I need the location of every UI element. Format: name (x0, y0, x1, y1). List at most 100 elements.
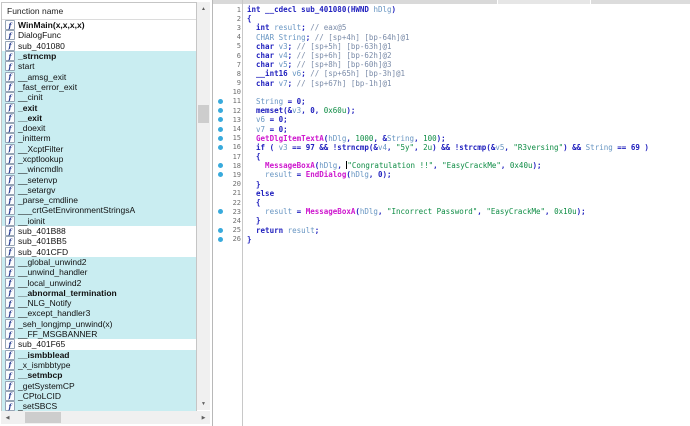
function-list-item[interactable]: f __setmbcp (2, 370, 196, 381)
function-list-item[interactable]: f __XcptFilter (2, 143, 196, 154)
function-list-item[interactable]: f __global_unwind2 (2, 256, 196, 268)
address-dot-cell (213, 98, 227, 104)
code-text[interactable]: result = EndDialog(hDlg, 0); (243, 170, 391, 179)
functions-horizontal-scrollbar[interactable]: ◀ ▶ (1, 411, 210, 424)
function-list-item[interactable]: f _setSBCS (2, 400, 196, 411)
function-list: f WinMain(x,x,x,x) f DialogFunc f sub_401080 f… (2, 20, 196, 411)
function-icon: f (5, 329, 15, 340)
function-list-item[interactable]: f __local_unwind2 (2, 277, 196, 288)
function-list-item[interactable]: f sub_401080 (2, 40, 196, 51)
line-number: 14 (232, 125, 241, 134)
code-line: 2{ (213, 14, 690, 23)
address-dot-cell (213, 163, 227, 169)
function-name-label: __unwind_handler (18, 267, 88, 278)
horizontal-scrollbar-thumb[interactable] (25, 412, 61, 423)
code-text[interactable]: v6 = 0; (243, 115, 288, 124)
function-list-item[interactable]: f __wincmdln (2, 164, 196, 175)
function-list-item[interactable]: f __amsg_exit (2, 71, 196, 82)
function-icon: f (5, 287, 15, 298)
code-text[interactable]: else (243, 189, 274, 198)
function-list-item[interactable]: f sub_401BB5 (2, 236, 196, 247)
code-text[interactable]: MessageBoxA(hDlg, "Congratulation !!", "… (243, 161, 542, 170)
function-list-item[interactable]: f DialogFunc (2, 30, 196, 41)
scroll-up-icon[interactable]: ▲ (197, 2, 210, 15)
function-icon: f (5, 30, 15, 41)
function-list-item[interactable]: f sub_401F65 (2, 339, 196, 350)
code-text[interactable]: int __cdecl sub_401080(HWND hDlg) (243, 5, 396, 14)
ida-window: Function name f WinMain(x,x,x,x) f DialogFu… (0, 0, 690, 426)
function-list-item[interactable]: f __FF_MSGBANNER (2, 328, 196, 340)
vertical-scrollbar-thumb[interactable] (198, 105, 209, 123)
function-list-item[interactable]: f start (2, 61, 196, 72)
function-list-item[interactable]: f _seh_longjmp_unwind(x) (2, 318, 196, 329)
code-text[interactable]: v7 = 0; (243, 125, 288, 134)
functions-panel: Function name f WinMain(x,x,x,x) f DialogFu… (1, 2, 197, 412)
line-number: 16 (232, 143, 241, 152)
function-list-item[interactable]: f _fast_error_exit (2, 81, 196, 93)
function-list-item[interactable]: f _CPtoLCID (2, 390, 196, 401)
function-list-item[interactable]: f __unwind_handler (2, 267, 196, 278)
function-name-label: __XcptFilter (18, 143, 64, 154)
code-text[interactable]: __int16 v6; // [sp+65h] [bp-3h]@1 (243, 69, 405, 78)
function-name-label: _doexit (18, 123, 46, 134)
scroll-down-icon[interactable]: ▼ (197, 397, 210, 410)
function-list-item[interactable]: f __abnormal_termination (2, 287, 196, 299)
function-list-item[interactable]: f __NLG_Notify (2, 298, 196, 309)
code-line: 23 result = MessageBoxA(hDlg, "Incorrect… (213, 207, 690, 216)
scroll-right-icon[interactable]: ▶ (197, 411, 210, 424)
code-text[interactable]: char v4; // [sp+6h] [bp-62h]@2 (243, 51, 391, 60)
code-text[interactable]: } (243, 216, 261, 225)
code-text[interactable]: return result; (243, 226, 319, 235)
code-text[interactable]: { (243, 152, 261, 161)
code-text[interactable]: String = 0; (243, 97, 306, 106)
function-list-item[interactable]: f WinMain(x,x,x,x) (2, 20, 196, 31)
function-list-item[interactable]: f _xcptlookup (2, 153, 196, 165)
address-dot-icon (217, 135, 223, 141)
code-text[interactable]: char v7; // [sp+67h] [bp-1h]@1 (243, 79, 391, 88)
function-list-item[interactable]: f __cinit (2, 92, 196, 103)
functions-vertical-scrollbar[interactable]: ▲ ▼ (197, 2, 210, 410)
code-text[interactable]: { (243, 14, 252, 23)
function-list-item[interactable]: f __ismbblead (2, 349, 196, 360)
function-list-item[interactable]: f _doexit (2, 122, 196, 134)
function-list-item[interactable]: f __ioinit (2, 215, 196, 226)
function-name-label: __abnormal_termination (18, 287, 117, 298)
function-list-item[interactable]: f __except_handler3 (2, 308, 196, 319)
function-icon: f (5, 40, 15, 51)
code-text[interactable]: CHAR String; // [sp+4h] [bp-64h]@1 (243, 33, 410, 42)
function-list-item[interactable]: f _x_ismbbtype (2, 359, 196, 371)
scroll-left-icon[interactable]: ◀ (1, 411, 14, 424)
function-name-label: _CPtoLCID (18, 390, 61, 401)
code-line: 12 memset(&v3, 0, 0x60u); (213, 106, 690, 115)
function-name-label: __exit (18, 112, 43, 123)
tab-strip-segment (498, 0, 590, 4)
line-number: 2 (236, 14, 241, 23)
function-list-item[interactable]: f _parse_cmdline (2, 195, 196, 206)
code-text[interactable]: { (243, 198, 261, 207)
code-text[interactable]: if ( v3 == 97 && !strncmp(&v4, "5y", 2u)… (243, 143, 649, 152)
function-list-item[interactable]: f __setenvp (2, 174, 196, 185)
code-text[interactable]: int result; // eax@5 (243, 23, 346, 32)
function-list-item[interactable]: f sub_401CFD (2, 246, 196, 257)
function-list-item[interactable]: f _exit (2, 102, 196, 113)
code-line: 10 (213, 88, 690, 97)
function-icon: f (5, 339, 15, 350)
function-list-item[interactable]: f _initterm (2, 133, 196, 144)
function-name-label: __setmbcp (18, 370, 63, 381)
function-list-item[interactable]: f sub_401B88 (2, 225, 196, 237)
function-name-label: __setenvp (18, 174, 58, 185)
code-text[interactable]: char v5; // [sp+8h] [bp-60h]@3 (243, 60, 391, 69)
function-list-item[interactable]: f _strncmp (2, 50, 196, 62)
function-list-item[interactable]: f __setargv (2, 184, 196, 196)
functions-column-header[interactable]: Function name (2, 3, 196, 20)
function-list-item[interactable]: f ___crtGetEnvironmentStringsA (2, 205, 196, 216)
code-text[interactable]: result = MessageBoxA(hDlg, "Incorrect Pa… (243, 207, 586, 216)
code-text[interactable]: } (243, 235, 252, 244)
code-text[interactable]: char v3; // [sp+5h] [bp-63h]@1 (243, 42, 391, 51)
code-text[interactable]: memset(&v3, 0, 0x60u); (243, 106, 355, 115)
code-text[interactable]: } (243, 180, 261, 189)
function-list-item[interactable]: f __exit (2, 112, 196, 123)
function-list-item[interactable]: f _getSystemCP (2, 380, 196, 391)
code-line: 15 GetDlgItemTextA(hDlg, 1000, &String, … (213, 134, 690, 143)
code-text[interactable]: GetDlgItemTextA(hDlg, 1000, &String, 100… (243, 134, 446, 143)
